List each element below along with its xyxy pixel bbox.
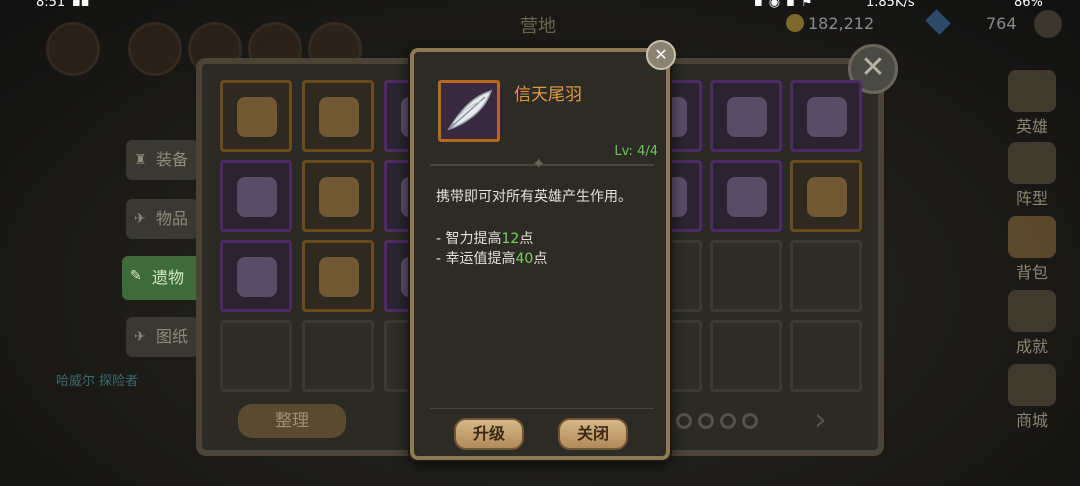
- menu-heroes[interactable]: 英雄: [1006, 70, 1058, 136]
- settings-gear-icon[interactable]: [1034, 10, 1062, 38]
- empty-inventory-slot[interactable]: [790, 320, 862, 392]
- stat-line-intelligence: - 智力提高12点: [436, 228, 533, 248]
- page-dot[interactable]: [720, 413, 736, 429]
- upgrade-button[interactable]: 升级: [454, 418, 524, 450]
- empty-inventory-slot[interactable]: [220, 320, 292, 392]
- hero-portrait-2[interactable]: [128, 22, 182, 76]
- inventory-slot[interactable]: [710, 80, 782, 152]
- inventory-slot[interactable]: [220, 240, 292, 312]
- tab-blueprints[interactable]: ✈ 图纸: [126, 317, 198, 357]
- dark-ore-icon: [727, 97, 767, 137]
- tab-equipment[interactable]: ♜ 装备: [126, 140, 198, 180]
- inventory-slot[interactable]: [710, 160, 782, 232]
- next-page-arrow-icon[interactable]: ›: [814, 400, 827, 438]
- stat-prefix: - 智力提高: [436, 231, 502, 247]
- blueprint-icon: ✈: [134, 329, 146, 345]
- inventory-slot[interactable]: [302, 160, 374, 232]
- empty-inventory-slot[interactable]: [790, 240, 862, 312]
- horn-item-icon: [807, 177, 847, 217]
- camp-title: 营地: [520, 16, 556, 37]
- crown-icon: [1008, 70, 1056, 112]
- sort-button[interactable]: 整理: [238, 404, 346, 438]
- stat-suffix: 点: [533, 251, 548, 267]
- menu-achievements[interactable]: 成就: [1006, 290, 1058, 356]
- scroll-icon: ✈: [134, 211, 146, 227]
- dagger-item-icon: [237, 257, 277, 297]
- item-tooltip: 信天尾羽 Lv: 4/4 ✦ 携带即可对所有英雄产生作用。 - 智力提高12点 …: [410, 48, 670, 460]
- stat-value: 12: [501, 231, 520, 247]
- inventory-slot[interactable]: [220, 80, 292, 152]
- inventory-slot[interactable]: [302, 80, 374, 152]
- item-icon-frame: [438, 80, 500, 142]
- stat-prefix: - 幸运值提高: [436, 251, 516, 267]
- menu-label: 英雄: [1015, 117, 1048, 136]
- gold-coin-icon: [786, 14, 804, 32]
- page-dot[interactable]: [742, 413, 758, 429]
- tab-relics[interactable]: ✎ 遗物: [122, 256, 202, 300]
- fang-item-icon: [807, 97, 847, 137]
- gold-count: 182,212: [808, 14, 875, 33]
- inventory-slot[interactable]: [790, 160, 862, 232]
- relic-icon: ✎: [130, 268, 142, 284]
- status-time: 8:51: [36, 0, 66, 10]
- blue-spider-icon: [319, 257, 359, 297]
- hero-names: 哈威尔 探险者: [56, 374, 139, 389]
- inventory-slot[interactable]: [790, 80, 862, 152]
- menu-label: 商城: [1015, 411, 1048, 430]
- backpack-icon: [1008, 216, 1056, 258]
- tab-label: 遗物: [152, 268, 185, 287]
- menu-label: 阵型: [1015, 189, 1048, 208]
- stat-value: 40: [515, 251, 534, 267]
- divider: [430, 408, 654, 409]
- page-indicator: [676, 413, 764, 433]
- stat-line-luck: - 幸运值提高40点: [436, 248, 547, 268]
- empty-inventory-slot[interactable]: [710, 240, 782, 312]
- item-description: 携带即可对所有英雄产生作用。: [436, 189, 632, 205]
- empty-inventory-slot[interactable]: [710, 320, 782, 392]
- page-dot[interactable]: [698, 413, 714, 429]
- chest-icon: [1008, 364, 1056, 406]
- item-name: 信天尾羽: [514, 85, 582, 105]
- stat-suffix: 点: [519, 231, 534, 247]
- armor-icon: ♜: [134, 152, 147, 168]
- vial-item-icon: [237, 177, 277, 217]
- menu-shop[interactable]: 商城: [1006, 364, 1058, 430]
- tab-label: 物品: [156, 209, 189, 228]
- item-level: Lv: 4/4: [614, 144, 658, 159]
- page-dot[interactable]: [676, 413, 692, 429]
- gem-icon: [925, 9, 951, 35]
- fern-leaf-icon: [319, 177, 359, 217]
- tooltip-close-icon[interactable]: ✕: [646, 40, 676, 70]
- menu-formation[interactable]: 阵型: [1006, 142, 1058, 208]
- menu-label: 背包: [1015, 263, 1048, 282]
- trophy-icon: [1008, 290, 1056, 332]
- wheat-bundle-icon: [319, 97, 359, 137]
- hero-portrait-1[interactable]: [46, 22, 100, 76]
- empty-inventory-slot[interactable]: [302, 320, 374, 392]
- battery-level: 86%: [1014, 0, 1043, 10]
- menu-label: 成就: [1015, 337, 1048, 356]
- tab-label: 装备: [156, 150, 189, 169]
- status-bar: 8:51 ▪▪ ▪◉▪⚑ 1.85K/s 86%: [0, 0, 1080, 10]
- tab-label: 图纸: [156, 327, 189, 346]
- close-button[interactable]: 关闭: [558, 418, 628, 450]
- status-icons: ▪◉▪⚑: [754, 0, 819, 10]
- inventory-slot[interactable]: [220, 160, 292, 232]
- white-feather-icon: [447, 89, 493, 131]
- divider-ornament-icon: ✦: [532, 154, 546, 173]
- notification-icons: ▪▪: [72, 0, 90, 10]
- target-icon: [1008, 142, 1056, 184]
- network-speed: 1.85K/s: [866, 0, 915, 10]
- inventory-slot[interactable]: [302, 240, 374, 312]
- gem-count: 764: [986, 14, 1017, 33]
- potion-bottle-icon: [237, 97, 277, 137]
- tab-items[interactable]: ✈ 物品: [126, 199, 198, 239]
- menu-backpack[interactable]: 背包: [1006, 216, 1058, 282]
- purple-moss-icon: [727, 177, 767, 217]
